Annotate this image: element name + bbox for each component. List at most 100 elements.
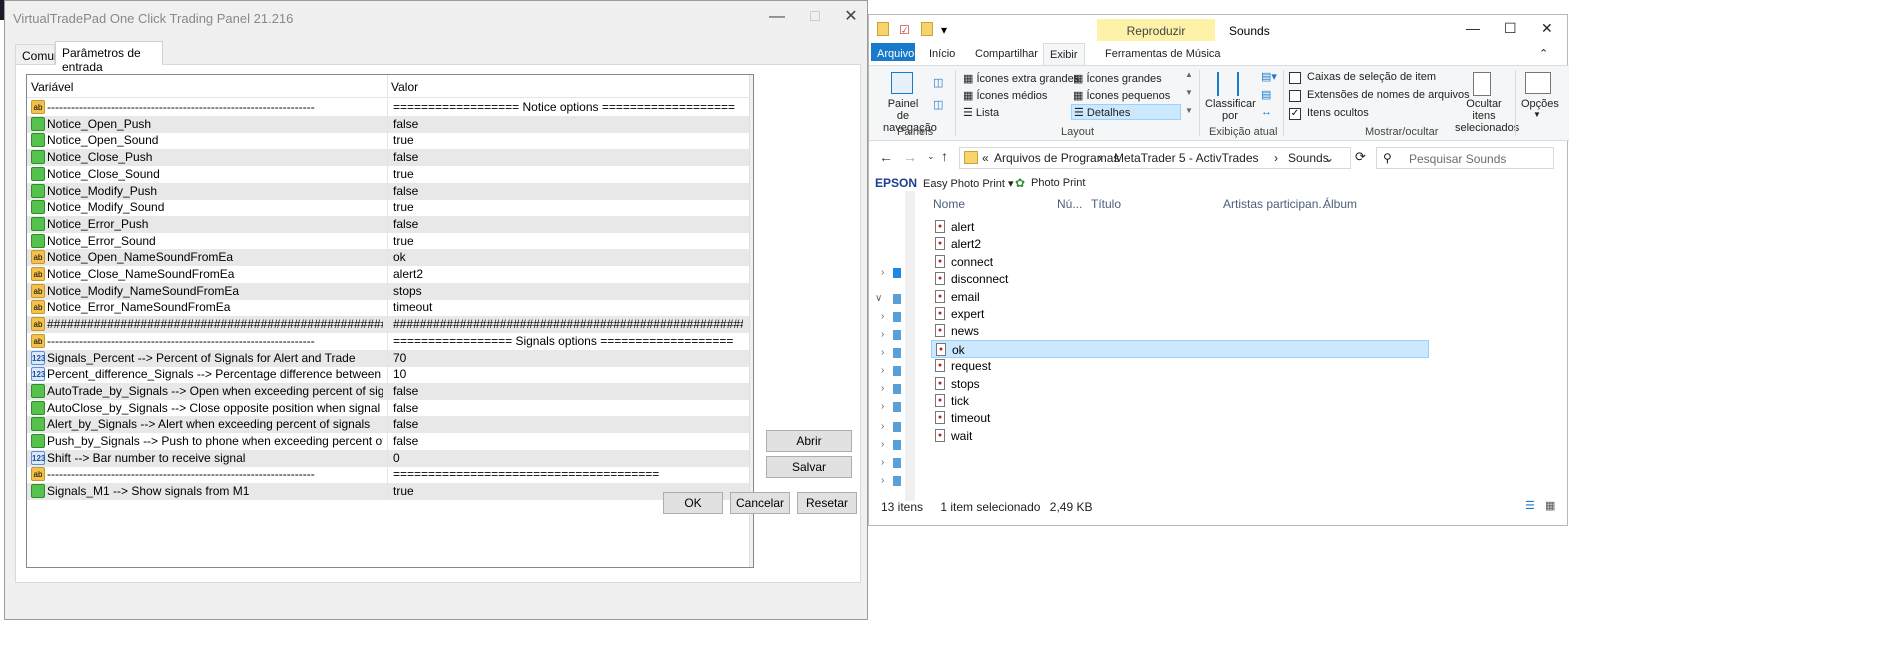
parameter-value[interactable]: 10: [393, 367, 743, 381]
layout-extra-large-icons[interactable]: ▦ Ícones extra grandes: [963, 72, 1079, 85]
table-row[interactable]: Notice_Modify_Sound true: [27, 199, 749, 217]
tree-expand-icon[interactable]: ›: [881, 401, 884, 412]
column-name[interactable]: Nome: [933, 197, 965, 211]
layout-medium-icons[interactable]: ▦ Ícones médios: [963, 89, 1047, 102]
table-row[interactable]: 123 Signals_Percent --> Percent of Signal…: [27, 349, 749, 367]
cancel-button[interactable]: Cancelar: [730, 492, 790, 514]
group-by-icon[interactable]: ▤▾: [1261, 70, 1277, 83]
sort-by-button[interactable]: Classificar por: [1205, 98, 1256, 122]
parameter-value[interactable]: false: [393, 401, 743, 415]
hidden-items-checkbox[interactable]: ✓: [1289, 108, 1301, 120]
tree-node-icon[interactable]: [893, 458, 901, 468]
column-album[interactable]: Álbum: [1323, 197, 1357, 211]
size-columns-icon[interactable]: ↔: [1261, 106, 1272, 118]
list-item[interactable]: ● wait: [931, 427, 1431, 445]
tab-view[interactable]: Exibir: [1043, 43, 1085, 65]
hide-selected-button[interactable]: Ocultar itens selecionados: [1455, 98, 1519, 134]
ok-button[interactable]: OK: [663, 492, 723, 514]
recent-locations-icon[interactable]: ⌄: [927, 151, 935, 162]
list-item[interactable]: ● expert: [931, 305, 1431, 323]
parameter-value[interactable]: ########################################…: [393, 317, 743, 331]
add-columns-icon[interactable]: ▤: [1261, 88, 1271, 101]
table-row[interactable]: 123 Shift --> Bar number to receive signa…: [27, 449, 749, 467]
parameter-value[interactable]: true: [393, 133, 743, 147]
item-checkboxes-checkbox[interactable]: [1289, 72, 1301, 84]
list-item[interactable]: ● ok: [931, 339, 1429, 358]
ribbon-collapse-icon[interactable]: ⌃: [1533, 43, 1554, 65]
tab-common[interactable]: Comum: [15, 44, 64, 64]
minimize-icon[interactable]: —: [1466, 20, 1480, 36]
tree-node-icon[interactable]: [893, 440, 901, 450]
tree-expand-icon[interactable]: ›: [881, 267, 884, 278]
parameter-value[interactable]: true: [393, 167, 743, 181]
table-row[interactable]: Signals_M1 --> Show signals from M1 true: [27, 483, 749, 501]
parameter-value[interactable]: false: [393, 217, 743, 231]
table-row[interactable]: Notice_Modify_Push false: [27, 182, 749, 200]
column-value[interactable]: Valor: [391, 80, 418, 94]
tab-file[interactable]: Arquivo: [871, 43, 915, 61]
tree-node-icon[interactable]: [893, 476, 901, 486]
parameter-value[interactable]: false: [393, 184, 743, 198]
address-dropdown-icon[interactable]: ⌄: [1324, 151, 1334, 165]
tree-expand-icon[interactable]: ›: [881, 439, 884, 450]
layout-small-icons[interactable]: ▦ Ícones pequenos: [1073, 89, 1170, 102]
up-icon[interactable]: ↑: [941, 148, 948, 164]
parameter-value[interactable]: alert2: [393, 267, 743, 281]
parameter-value[interactable]: true: [393, 234, 743, 248]
breadcrumb-sounds[interactable]: Sounds: [1288, 151, 1329, 165]
table-row[interactable]: ab --------------------------------------…: [27, 466, 749, 484]
list-item[interactable]: ● request: [931, 357, 1431, 375]
parameter-value[interactable]: 0: [393, 451, 743, 465]
table-row[interactable]: ab --------------------------------------…: [27, 99, 749, 116]
maximize-icon[interactable]: ☐: [1504, 20, 1517, 37]
table-row[interactable]: ab Notice_Close_NameSoundFromEa alert2: [27, 266, 749, 283]
table-row[interactable]: ab --------------------------------------…: [27, 332, 749, 350]
parameter-value[interactable]: ok: [393, 250, 743, 264]
qat-dropdown-icon[interactable]: ▾: [941, 23, 947, 37]
file-extensions-checkbox[interactable]: [1289, 90, 1301, 102]
large-icons-view-icon[interactable]: ▦: [1545, 499, 1555, 512]
table-row[interactable]: 123 Percent_difference_Signals --> Percen…: [27, 366, 749, 384]
parameter-value[interactable]: timeout: [393, 300, 743, 314]
tree-expand-icon[interactable]: ›: [881, 311, 884, 322]
list-item[interactable]: ● email: [931, 288, 1431, 306]
close-icon[interactable]: ✕: [839, 7, 863, 27]
nav-pane-scrollbar[interactable]: [905, 191, 915, 501]
tree-node-icon[interactable]: [893, 348, 901, 358]
table-row[interactable]: Push_by_Signals --> Push to phone when e…: [27, 433, 749, 450]
tree-node-icon[interactable]: [893, 422, 901, 432]
table-row[interactable]: Notice_Open_Push false: [27, 115, 749, 133]
list-item[interactable]: ● timeout: [931, 409, 1431, 427]
parameter-value[interactable]: false: [393, 384, 743, 398]
tab-input-parameters[interactable]: Parâmetros de entrada: [55, 41, 163, 74]
layout-more-icon[interactable]: ▼: [1185, 106, 1193, 115]
tree-expand-icon[interactable]: ›: [881, 329, 884, 340]
column-number[interactable]: Nú...: [1057, 197, 1082, 211]
column-title[interactable]: Título: [1091, 197, 1121, 211]
options-button[interactable]: Opções: [1521, 98, 1559, 110]
tree-expand-icon[interactable]: ›: [881, 383, 884, 394]
options-dropdown-icon[interactable]: ▼: [1533, 110, 1541, 119]
tree-node-icon[interactable]: [893, 268, 901, 278]
list-item[interactable]: ● connect: [931, 253, 1431, 271]
tree-expand-icon[interactable]: ›: [881, 347, 884, 358]
parameter-value[interactable]: true: [393, 200, 743, 214]
parameter-value[interactable]: stops: [393, 284, 743, 298]
table-row[interactable]: ab Notice_Open_NameSoundFromEa ok: [27, 249, 749, 267]
minimize-icon[interactable]: —: [765, 7, 789, 27]
tree-expand-icon[interactable]: ›: [881, 365, 884, 376]
preview-pane-icon[interactable]: ◫: [933, 76, 943, 89]
table-row[interactable]: Alert_by_Signals --> Alert when exceedin…: [27, 416, 749, 434]
list-item[interactable]: ● disconnect: [931, 270, 1431, 288]
details-view-icon[interactable]: ☰: [1525, 499, 1535, 512]
table-row[interactable]: Notice_Open_Sound true: [27, 132, 749, 150]
table-row[interactable]: AutoClose_by_Signals --> Close opposite …: [27, 399, 749, 417]
parameter-value[interactable]: false: [393, 417, 743, 431]
breadcrumb-metatrader[interactable]: MetaTrader 5 - ActivTrades: [1114, 151, 1259, 165]
tree-node-icon[interactable]: [893, 294, 901, 304]
layout-large-icons[interactable]: ▦ Ícones grandes: [1073, 72, 1162, 85]
close-icon[interactable]: ✕: [1541, 20, 1553, 37]
save-button[interactable]: Salvar: [766, 456, 852, 478]
reset-button[interactable]: Resetar: [797, 492, 857, 514]
tree-node-icon[interactable]: [893, 402, 901, 412]
